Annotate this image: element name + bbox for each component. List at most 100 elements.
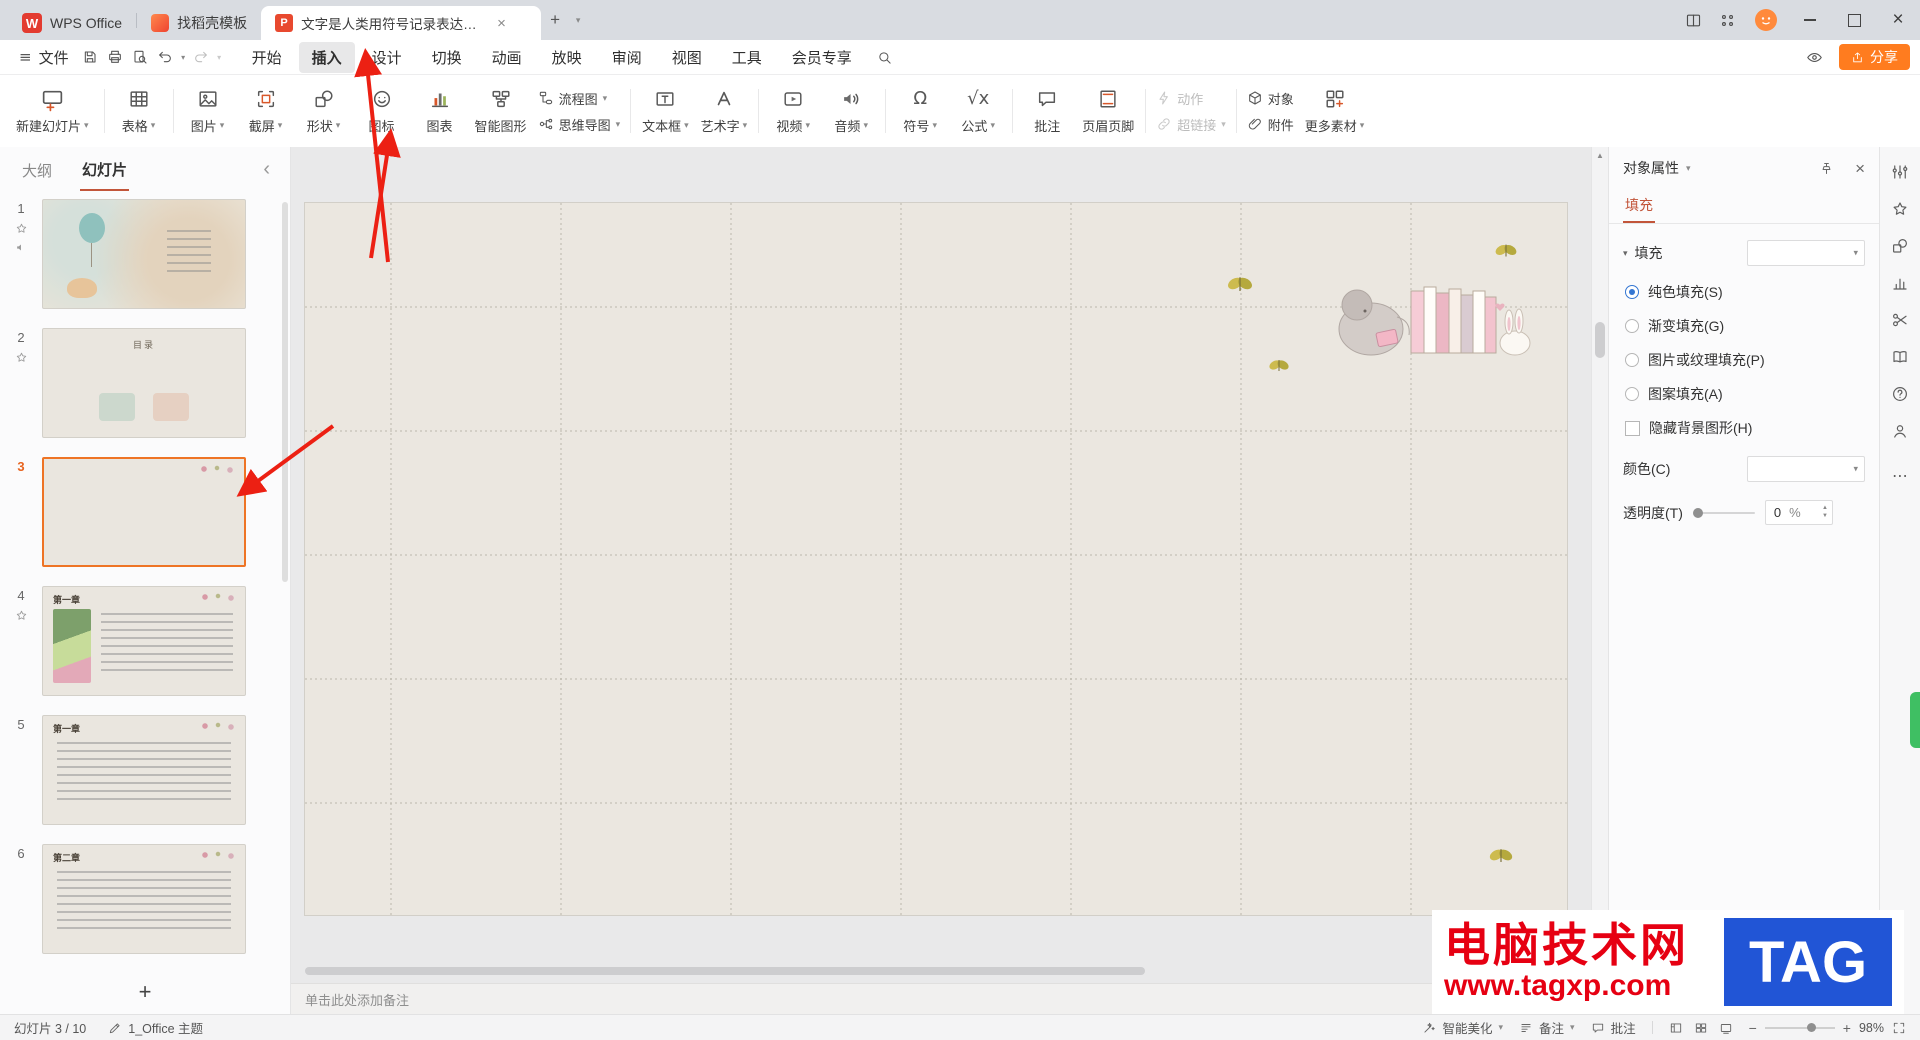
right-toolbar-shapes-icon[interactable] [1891, 237, 1909, 255]
menu-tab-7[interactable]: 审阅 [599, 42, 655, 73]
ribbon-item-image[interactable]: 图片▾ [179, 79, 237, 143]
menu-tab-9[interactable]: 工具 [719, 42, 775, 73]
ribbon-item-formula[interactable]: √x公式▾ [949, 79, 1007, 143]
share-button[interactable]: 分享 [1839, 44, 1910, 70]
undo-button[interactable] [153, 45, 178, 70]
search-button[interactable] [871, 44, 899, 70]
hide-background-checkbox-row[interactable]: 隐藏背景图形(H) [1625, 418, 1865, 438]
horizontal-scrollbar[interactable] [305, 966, 1567, 976]
scroll-up-icon[interactable]: ▲ [1592, 147, 1608, 163]
ribbon-item-hyperlink[interactable]: 超链接▾ [1156, 115, 1226, 134]
right-toolbar-more-icon[interactable]: ⋯ [1891, 467, 1909, 485]
notes-bar[interactable]: 单击此处添加备注 [291, 983, 1592, 1014]
tab-slides[interactable]: 幻灯片 [80, 148, 129, 191]
right-toolbar-star-icon[interactable] [1891, 200, 1909, 218]
fill-option-2[interactable]: 渐变填充(G) [1625, 316, 1865, 336]
zoom-slider[interactable] [1765, 1027, 1835, 1029]
transparency-slider[interactable] [1695, 512, 1755, 514]
ribbon-item-textbox[interactable]: 文本框▾ [636, 79, 695, 143]
print-preview-button[interactable] [128, 45, 153, 70]
apps-icon[interactable] [1710, 0, 1744, 40]
add-slide-button[interactable]: + [0, 970, 290, 1014]
menu-tab-10[interactable]: 会员专享 [779, 42, 865, 73]
ribbon-item-mindmap[interactable]: 思维导图▾ [538, 115, 621, 134]
slide-thumbnail-5[interactable]: 第一章 [42, 715, 246, 825]
minimize-button[interactable] [1788, 0, 1832, 40]
tab-outline[interactable]: 大纲 [20, 149, 54, 190]
slide-thumbnail-6[interactable]: 第二章 [42, 844, 246, 954]
zoom-in-button[interactable]: + [1843, 1021, 1851, 1035]
ribbon-item-slide-plus[interactable]: 新建幻灯片▾ [6, 79, 99, 143]
ribbon-item-more-assets[interactable]: 更多素材▾ [1299, 79, 1371, 143]
right-toolbar-book-icon[interactable] [1891, 348, 1909, 366]
close-document-tab-icon[interactable]: × [497, 15, 506, 32]
theme-button[interactable]: 1_Office 主题 [108, 1018, 203, 1037]
right-toolbar-sliders-icon[interactable] [1891, 163, 1909, 181]
side-green-handle[interactable] [1910, 692, 1920, 748]
ribbon-item-shapes[interactable]: 形状▾ [295, 79, 353, 143]
ribbon-item-flowchart[interactable]: 流程图▾ [538, 89, 621, 108]
eye-protection-icon[interactable] [1802, 45, 1827, 70]
right-toolbar-user-icon[interactable] [1891, 422, 1909, 440]
undo-dropdown-icon[interactable]: ▾ [178, 53, 189, 62]
properties-title-caret-icon[interactable]: ▾ [1686, 163, 1691, 174]
pin-icon[interactable] [1819, 161, 1834, 176]
slide-thumbnail-2[interactable]: 目录 [42, 328, 246, 438]
print-button[interactable] [103, 45, 128, 70]
right-toolbar-help-icon[interactable] [1891, 385, 1909, 403]
new-tab-button[interactable]: + [541, 6, 569, 34]
ribbon-item-smartart[interactable]: 智能图形 [469, 79, 533, 143]
save-button[interactable] [78, 45, 103, 70]
slide-thumbnail-4[interactable]: 第一章 [42, 586, 246, 696]
menu-tab-1[interactable]: 开始 [239, 42, 295, 73]
slide-editing-surface[interactable] [305, 203, 1567, 915]
menu-tab-5[interactable]: 动画 [479, 42, 535, 73]
zoom-out-button[interactable]: − [1749, 1021, 1757, 1035]
menu-tab-2-active[interactable]: 插入 [299, 42, 355, 73]
menu-tab-6[interactable]: 放映 [539, 42, 595, 73]
fill-option-4[interactable]: 图案填充(A) [1625, 384, 1865, 404]
zoom-level[interactable]: 98% [1859, 1021, 1884, 1035]
right-toolbar-scissors-icon[interactable] [1891, 311, 1909, 329]
normal-view-button[interactable] [1669, 1021, 1683, 1035]
reading-view-button[interactable] [1719, 1021, 1733, 1035]
slide-list-scrollbar[interactable] [282, 202, 288, 582]
hide-background-checkbox[interactable] [1625, 421, 1640, 436]
ribbon-item-sticker[interactable]: 图标 [353, 79, 411, 143]
maximize-button[interactable] [1832, 0, 1876, 40]
ribbon-item-object[interactable]: 对象 [1247, 89, 1294, 108]
document-tab[interactable]: P 文字是人类用符号记录表达信息以... × [261, 6, 541, 40]
ribbon-item-audio[interactable]: 音频▾ [822, 79, 880, 143]
close-panel-icon[interactable]: × [1855, 160, 1865, 177]
ribbon-item-action[interactable]: 动作 [1156, 89, 1226, 108]
tab-list-button[interactable]: ▾ [569, 6, 587, 34]
user-avatar[interactable] [1754, 8, 1778, 32]
ribbon-item-comment[interactable]: 批注 [1018, 79, 1076, 143]
tab-fill[interactable]: 填充 [1623, 189, 1655, 223]
redo-button[interactable] [189, 45, 214, 70]
horizontal-scrollbar-thumb[interactable] [305, 967, 1145, 975]
template-store-tab[interactable]: 找稻壳模板 [137, 6, 261, 40]
window-layout-icon[interactable] [1676, 0, 1710, 40]
close-window-button[interactable]: × [1876, 0, 1920, 40]
slide-sorter-view-button[interactable] [1694, 1021, 1708, 1035]
wps-home-tab[interactable]: W WPS Office [8, 6, 136, 40]
menu-tab-4[interactable]: 切换 [419, 42, 475, 73]
ribbon-item-chart[interactable]: 图表 [411, 79, 469, 143]
transparency-stepper[interactable]: ▲▼ [1822, 505, 1828, 519]
fullscreen-icon[interactable] [1892, 1021, 1906, 1035]
fill-option-3[interactable]: 图片或纹理填充(P) [1625, 350, 1865, 370]
color-dropdown[interactable] [1747, 456, 1865, 482]
menu-tab-8[interactable]: 视图 [659, 42, 715, 73]
vertical-scrollbar-thumb[interactable] [1595, 322, 1605, 358]
beautify-button[interactable]: 智能美化 ▾ [1422, 1018, 1503, 1037]
menu-tab-3[interactable]: 设计 [359, 42, 415, 73]
redo-dropdown-icon[interactable]: ▾ [214, 53, 225, 62]
ribbon-item-symbol[interactable]: Ω符号▾ [891, 79, 949, 143]
notes-button[interactable]: 备注 ▾ [1519, 1018, 1575, 1037]
ribbon-item-screenshot[interactable]: 截屏▾ [237, 79, 295, 143]
section-collapse-icon[interactable]: ▾ [1623, 248, 1628, 259]
ribbon-item-headerfooter[interactable]: 页眉页脚 [1076, 79, 1140, 143]
ribbon-item-attachment[interactable]: 附件 [1247, 115, 1294, 134]
fill-style-dropdown[interactable] [1747, 240, 1865, 266]
